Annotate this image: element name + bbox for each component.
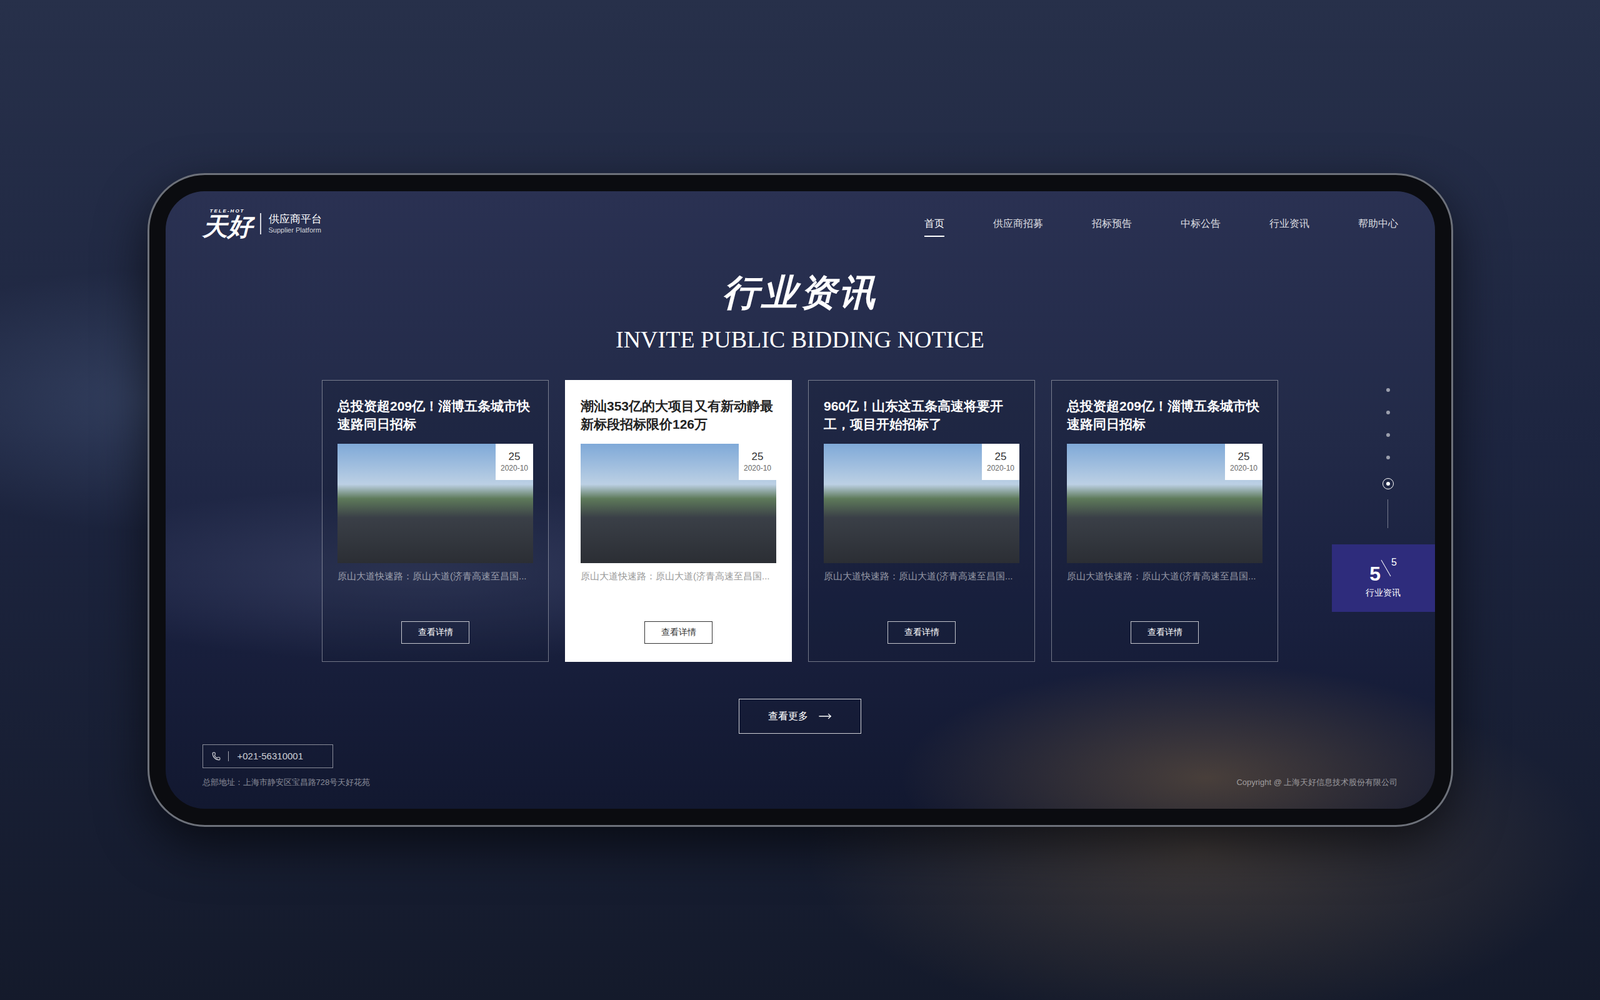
date-day: 25	[508, 450, 521, 464]
pager-dot[interactable]	[1386, 455, 1390, 460]
news-card[interactable]: 总投资超209亿！淄博五条城市快速路同日招标 252020-10 原山大道快速路：原…	[321, 380, 549, 662]
copyright: Copyright @ 上海天好信息技术股份有限公司	[1236, 776, 1398, 790]
card-title: 潮汕353亿的大项目又有新动静最新标段招标限价126万	[580, 396, 777, 434]
page: TELE-HOT天好供应商平台Supplier Platform首页供应商招募招…	[0, 0, 1600, 1000]
footer-contact: +021-56310001 总部地址：上海市静安区宝昌路728号天好花苑	[202, 744, 371, 790]
card-title: 总投资超209亿！淄博五条城市快速路同日招标	[337, 396, 534, 434]
date-badge: 252020-10	[981, 443, 1020, 480]
logo-name-mark: 天好	[202, 213, 253, 239]
pager-slash	[1381, 560, 1392, 577]
pager-total: 5	[1391, 557, 1397, 568]
news-card[interactable]: 总投资超209亿！淄博五条城市快速路同日招标 252020-10 原山大道快速路：原…	[1051, 380, 1279, 662]
phone-number: +021-56310001	[228, 751, 304, 762]
section-subtitle: INVITE PUBLIC BIDDING NOTICE	[202, 325, 1399, 354]
date-day: 25	[751, 450, 764, 464]
date-day: 25	[1238, 450, 1250, 464]
arrow-right-icon	[818, 709, 832, 724]
news-card[interactable]: 潮汕353亿的大项目又有新动静最新标段招标限价126万 252020-10 原山大道…	[565, 380, 792, 662]
pager-dot[interactable]	[1386, 410, 1390, 415]
logo-subtitle: Supplier Platform	[268, 226, 322, 235]
card-excerpt: 原山大道快速路：原山大道(济青高速至昌国...	[823, 569, 1020, 584]
section-pager: 55 行业资讯	[1331, 388, 1435, 612]
nav-item[interactable]: 行业资讯	[1269, 213, 1310, 235]
card-image: 252020-10	[823, 443, 1020, 564]
pager-box: 55 行业资讯	[1331, 544, 1435, 612]
detail-button[interactable]: 查看详情	[644, 621, 713, 644]
footer: +021-56310001 总部地址：上海市静安区宝昌路728号天好花苑 Copyr…	[202, 744, 1399, 790]
news-cards: 总投资超209亿！淄博五条城市快速路同日招标252020-10原山大道快速路：原…	[202, 380, 1399, 662]
pager-count: 55	[1369, 557, 1397, 584]
date-month: 2020-10	[1230, 463, 1258, 474]
logo-mark: TELE-HOT天好	[202, 208, 253, 239]
detail-button[interactable]: 查看详情	[1130, 621, 1199, 644]
detail-button[interactable]: 查看详情	[401, 621, 470, 644]
detail-button[interactable]: 查看详情	[887, 621, 956, 644]
address: 总部地址：上海市静安区宝昌路728号天好花苑	[202, 776, 371, 790]
logo[interactable]: TELE-HOT天好供应商平台Supplier Platform	[202, 208, 322, 239]
news-card[interactable]: 960亿！山东这五条高速将要开工，项目开始招标了 252020-10 原山大道快速路…	[808, 380, 1035, 662]
more-button[interactable]: 查看更多	[738, 698, 862, 734]
pager-label: 行业资讯	[1365, 587, 1401, 599]
card-image: 252020-10	[1066, 443, 1263, 564]
card-excerpt: 原山大道快速路：原山大道(济青高速至昌国...	[1066, 569, 1263, 584]
date-month: 2020-10	[500, 463, 529, 474]
date-badge: 252020-10	[495, 443, 534, 480]
more-button-label: 查看更多	[768, 710, 809, 724]
device-frame: TELE-HOT天好供应商平台Supplier Platform首页供应商招募招…	[147, 173, 1454, 827]
card-image: 252020-10	[580, 443, 777, 564]
date-badge: 252020-10	[1225, 443, 1263, 480]
date-month: 2020-10	[986, 463, 1015, 474]
date-badge: 252020-10	[738, 443, 777, 480]
pager-current: 5	[1369, 557, 1381, 584]
pager-dot[interactable]	[1386, 433, 1390, 437]
card-image: 252020-10	[337, 443, 534, 564]
logo-title: 供应商平台	[268, 213, 322, 226]
nav-item[interactable]: 供应商招募	[993, 213, 1044, 235]
screen: TELE-HOT天好供应商平台Supplier Platform首页供应商招募招…	[165, 191, 1435, 809]
card-excerpt: 原山大道快速路：原山大道(济青高速至昌国...	[337, 569, 534, 584]
date-day: 25	[995, 450, 1007, 464]
date-month: 2020-10	[743, 463, 772, 474]
phone-icon	[211, 751, 221, 761]
logo-tag: TELE-HOT	[210, 208, 245, 214]
nav-item[interactable]: 招标预告	[1091, 213, 1132, 235]
pager-dots	[1382, 388, 1394, 529]
phone-box: +021-56310001	[202, 744, 334, 769]
section-title: 行业资讯	[202, 270, 1399, 315]
pager-line	[1387, 499, 1389, 529]
header: TELE-HOT天好供应商平台Supplier Platform首页供应商招募招…	[202, 191, 1399, 240]
logo-text: 供应商平台Supplier Platform	[260, 213, 322, 235]
card-excerpt: 原山大道快速路：原山大道(济青高速至昌国...	[580, 569, 777, 584]
card-title: 总投资超209亿！淄博五条城市快速路同日招标	[1066, 396, 1263, 434]
pager-dot[interactable]	[1386, 388, 1390, 392]
nav-item[interactable]: 首页	[924, 213, 945, 235]
pager-dot[interactable]	[1382, 478, 1394, 490]
nav-item[interactable]: 中标公告	[1180, 213, 1221, 235]
nav-item[interactable]: 帮助中心	[1358, 213, 1399, 235]
main-nav: 首页 供应商招募 招标预告 中标公告 行业资讯 帮助中心	[924, 213, 1399, 235]
card-title: 960亿！山东这五条高速将要开工，项目开始招标了	[823, 396, 1020, 434]
